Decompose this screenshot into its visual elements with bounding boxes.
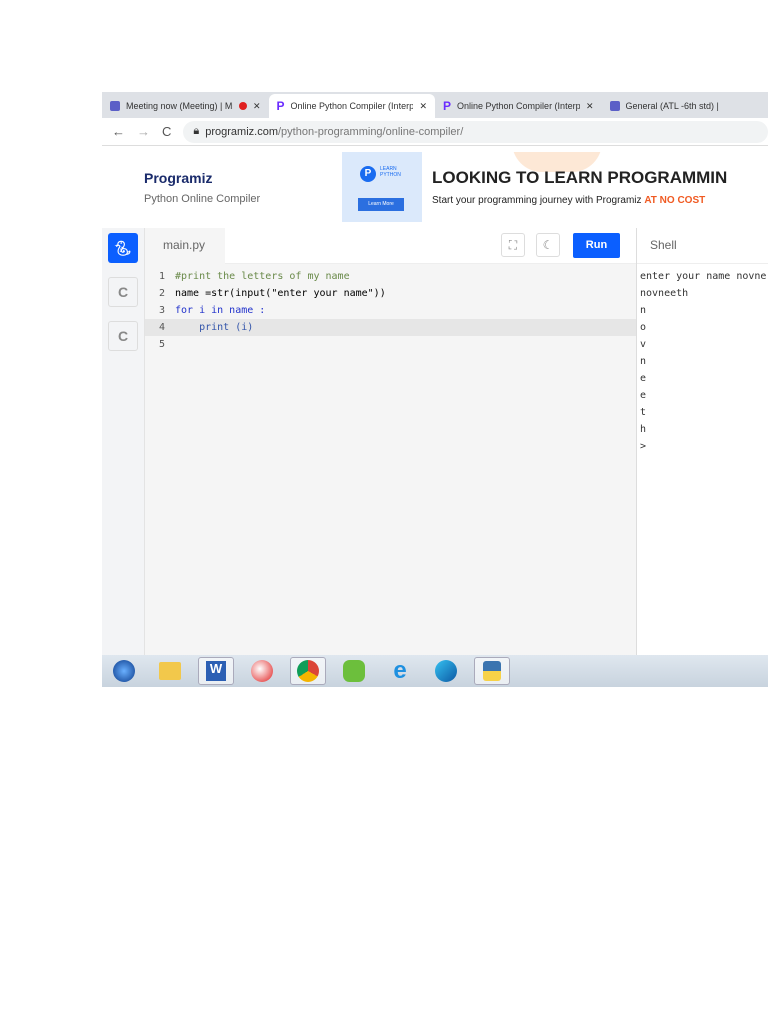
code-line[interactable]: 1 #print the letters of my name (145, 268, 636, 285)
taskbar: W e (102, 655, 768, 687)
line-number: 5 (158, 339, 165, 350)
code-text: name =str(input("enter your name")) (175, 288, 386, 299)
site-header: Programiz Python Online Compiler P LEARN… (102, 146, 768, 228)
file-tab-main[interactable]: main.py (145, 228, 225, 264)
code-line[interactable]: 5 (145, 336, 636, 353)
url-input[interactable]: 🔒︎ programiz.com/python-programming/onlin… (183, 120, 768, 143)
shell-line: n (640, 305, 647, 316)
programiz-icon: P (443, 99, 452, 113)
address-bar: ← → C 🔒︎ programiz.com/python-programming… (102, 118, 768, 146)
screenshot: Meeting now (Meeting) | Mi ✕ P Online Pyth… (102, 92, 768, 687)
code-editor[interactable]: main.py ⛶ ☾ Run 1 #print the letters of m… (145, 228, 636, 655)
page-subtitle: Python Online Compiler (144, 193, 261, 205)
shell-line: e (640, 390, 647, 401)
tab-compiler-active[interactable]: P Online Python Compiler (Interpre ✕ (268, 94, 435, 118)
close-icon[interactable]: ✕ (253, 101, 261, 112)
ie-icon[interactable]: e (382, 657, 418, 685)
close-icon[interactable]: ✕ (586, 101, 594, 112)
dark-mode-icon[interactable]: ☾ (536, 233, 560, 257)
forward-icon[interactable]: → (137, 124, 150, 139)
shell-line: enter your name novne (640, 271, 767, 282)
python-idle-icon[interactable] (474, 657, 510, 685)
tab-meeting[interactable]: Meeting now (Meeting) | Mi ✕ (102, 94, 269, 118)
line-number: 1 (158, 271, 165, 282)
shell-line: > (640, 441, 647, 452)
teams-icon (609, 101, 620, 111)
teams-icon (110, 101, 120, 111)
line-number: 3 (158, 305, 165, 316)
code-text: #print the letters of my name (175, 271, 350, 282)
language-sidebar: 🐍︎ C C (102, 228, 145, 655)
code-line[interactable]: 3 for i in name : (145, 302, 636, 319)
camera-icon[interactable] (244, 657, 280, 685)
messenger-icon[interactable] (336, 657, 372, 685)
shell-line: o (640, 322, 647, 333)
programiz-logo[interactable]: Programiz (144, 170, 212, 186)
shell-line: t (640, 407, 647, 418)
recording-icon (238, 102, 247, 110)
tab-general[interactable]: General (ATL -6th std) | (602, 94, 768, 118)
lock-icon: 🔒︎ (193, 125, 200, 137)
code-lines[interactable]: 1 #print the letters of my name 2 name =str… (145, 268, 636, 353)
code-line[interactable]: 2 name =str(input("enter your name")) (145, 285, 636, 302)
python-icon[interactable]: 🐍︎ (108, 233, 138, 263)
start-button[interactable] (106, 657, 142, 685)
shell-line: v (640, 339, 647, 350)
c-icon[interactable]: C (108, 277, 138, 307)
shell-output: enter your name novne novneeth n o v n e e t h > (640, 268, 766, 455)
close-icon[interactable]: ✕ (419, 101, 427, 112)
explorer-icon[interactable] (152, 657, 188, 685)
chrome-icon[interactable] (290, 657, 326, 685)
learn-more-button[interactable]: Learn More (358, 198, 404, 211)
run-button[interactable]: Run (573, 233, 620, 258)
code-line[interactable]: 4 print (i) (145, 319, 636, 336)
fullscreen-icon[interactable]: ⛶ (501, 233, 525, 257)
code-text: print (i) (175, 322, 254, 333)
shell-panel[interactable]: Shell enter your name novne novneeth n o v n e… (636, 228, 768, 655)
python-logo-icon: P (360, 166, 376, 182)
programiz-icon: P (276, 99, 285, 113)
tab-bar: Meeting now (Meeting) | Mi ✕ P Online Pyth… (102, 92, 768, 118)
line-number: 2 (158, 288, 165, 299)
shell-line: novneeth (640, 288, 689, 299)
tab-compiler[interactable]: P Online Python Compiler (Interpre ✕ (435, 94, 602, 118)
shell-line: n (640, 356, 647, 367)
shell-title: Shell (637, 228, 768, 264)
ad-banner[interactable]: P LEARN PYTHON Learn More LOOKING TO LEA… (342, 152, 768, 222)
reload-icon[interactable]: C (162, 124, 171, 139)
code-text: for i in name : (175, 305, 266, 316)
back-icon[interactable]: ← (112, 124, 125, 139)
word-icon[interactable]: W (198, 657, 234, 685)
cpp-icon[interactable]: C (108, 321, 138, 351)
line-number: 4 (158, 322, 165, 333)
shell-line: e (640, 373, 647, 384)
edge-icon[interactable] (428, 657, 464, 685)
shell-line: h (640, 424, 647, 435)
